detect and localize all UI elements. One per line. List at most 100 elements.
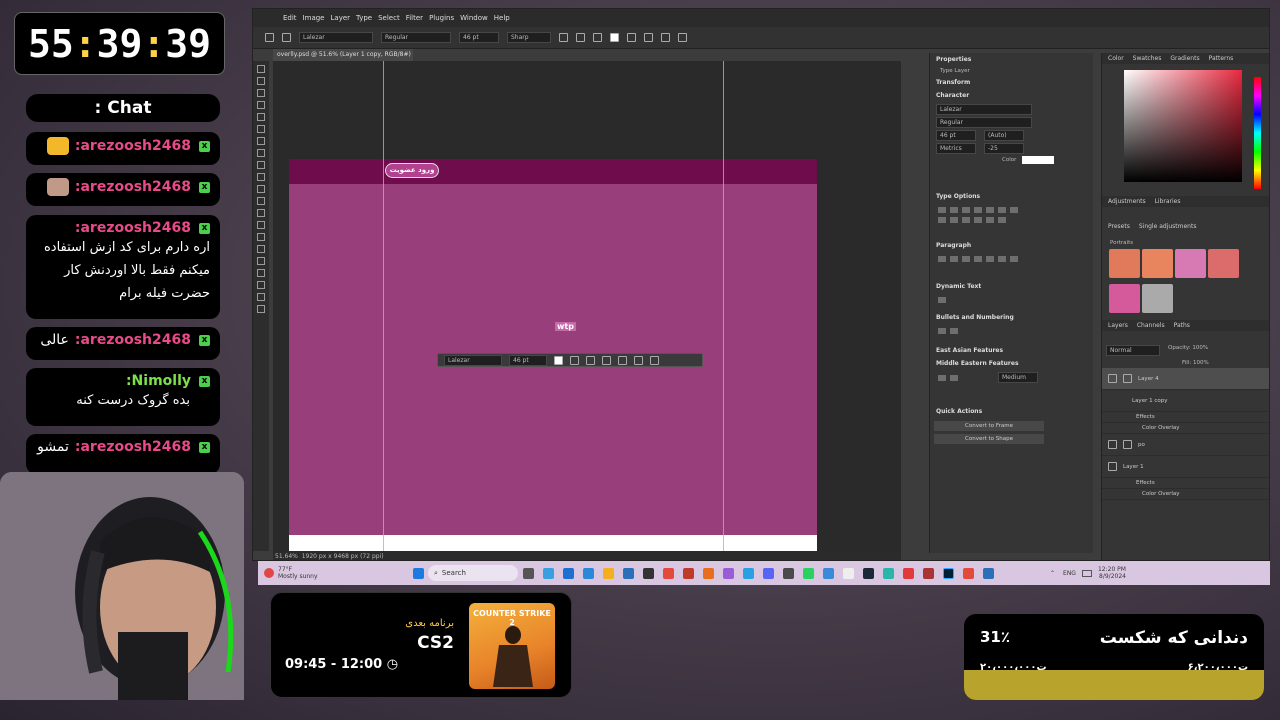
shape-tool-icon[interactable] [257, 281, 265, 289]
font-size-select[interactable]: 46 pt [459, 32, 499, 43]
align-right-icon[interactable] [593, 33, 602, 42]
type-tool-icon[interactable] [282, 33, 291, 42]
eraser-tool-icon[interactable] [257, 197, 265, 205]
menu-select[interactable]: Select [378, 14, 400, 22]
heal-tool-icon[interactable] [257, 149, 265, 157]
weather-icon[interactable] [264, 568, 274, 578]
ctx-warp-icon[interactable] [618, 355, 627, 365]
menu-window[interactable]: Window [460, 14, 488, 22]
gradient-tool-icon[interactable] [257, 209, 265, 217]
eyedropper-tool-icon[interactable] [257, 137, 265, 145]
paragraph-align-buttons[interactable] [938, 256, 1085, 262]
transform-section[interactable]: Transform [930, 76, 1093, 89]
weather-text[interactable]: Mostly sunny [278, 573, 408, 580]
tab-layers[interactable]: Layers [1108, 322, 1128, 329]
start-icon[interactable] [412, 567, 424, 579]
canvas-text[interactable]: wtp [555, 322, 576, 331]
warp-text-icon[interactable] [627, 33, 636, 42]
menu-type[interactable]: Type [356, 14, 372, 22]
menu-plugins[interactable]: Plugins [429, 14, 454, 22]
artboard[interactable]: ورود عضویت wtp Lalezar 46 pt [289, 159, 817, 551]
opacity-field[interactable]: Opacity: 100% [1168, 345, 1208, 356]
app-icon[interactable] [682, 567, 694, 579]
document-tab[interactable]: overlly.psd @ 51.6% (Layer 1 copy, RGB/8… [273, 49, 413, 70]
chrome-icon[interactable] [962, 567, 974, 579]
explorer-icon[interactable] [602, 567, 614, 579]
clock-time[interactable]: 12:20 PM [1098, 566, 1126, 573]
dynamic-text-section[interactable]: Dynamic Text [930, 280, 1093, 293]
align-left-icon[interactable] [559, 33, 568, 42]
app-icon[interactable] [642, 567, 654, 579]
history-brush-icon[interactable] [257, 185, 265, 193]
anti-alias-select[interactable]: Sharp [507, 32, 551, 43]
network-icon[interactable] [1081, 569, 1092, 577]
blend-mode-select[interactable]: Normal [1106, 345, 1160, 356]
app-icon[interactable] [782, 567, 794, 579]
ctx-font-select[interactable]: Lalezar [444, 354, 502, 366]
taskbar-search[interactable]: ⌕ Search [428, 565, 518, 581]
menu-image[interactable]: Image [303, 14, 325, 22]
zoom-tool-icon[interactable] [257, 305, 265, 313]
commit-icon[interactable] [678, 33, 687, 42]
discord-icon[interactable] [762, 567, 774, 579]
menu-edit[interactable]: Edit [283, 14, 297, 22]
tab-color[interactable]: Color [1108, 55, 1124, 62]
middle-eastern-section[interactable]: Middle Eastern Features [930, 357, 1093, 370]
tab-adjustments[interactable]: Adjustments [1108, 198, 1146, 205]
eye-icon[interactable] [1108, 374, 1117, 383]
type-options-buttons[interactable] [938, 207, 1085, 213]
app-icon[interactable] [902, 567, 914, 579]
me-weight-select[interactable]: Medium [998, 372, 1038, 383]
tab-gradients[interactable]: Gradients [1170, 55, 1199, 62]
portraits-label[interactable]: Portraits [1102, 238, 1269, 248]
store-icon[interactable] [582, 567, 594, 579]
stamp-tool-icon[interactable] [257, 173, 265, 181]
ctx-align-center-icon[interactable] [586, 355, 595, 365]
bullets-section[interactable]: Bullets and Numbering [930, 311, 1093, 324]
prop-font-select[interactable]: Lalezar [936, 104, 1032, 115]
properties-title[interactable]: Properties [930, 53, 1093, 66]
steam-icon[interactable] [862, 567, 874, 579]
tab-single-adjustments[interactable]: Single adjustments [1139, 223, 1197, 230]
east-asian-section[interactable]: East Asian Features [930, 344, 1093, 357]
guide-line[interactable] [723, 61, 724, 551]
hand-tool-icon[interactable] [257, 293, 265, 301]
widgets-icon[interactable] [542, 567, 554, 579]
align-center-icon[interactable] [576, 33, 585, 42]
tray-chevron-icon[interactable]: ⌃ [1050, 570, 1055, 577]
app-icon[interactable] [702, 567, 714, 579]
dynamic-text-button[interactable] [938, 297, 1085, 303]
prop-tracking-field[interactable]: -25 [984, 143, 1024, 154]
quick-actions-section[interactable]: Quick Actions [930, 405, 1093, 418]
ctx-transform-icon[interactable] [634, 355, 643, 365]
type-tool-icon[interactable] [257, 257, 265, 265]
hue-slider[interactable] [1254, 77, 1261, 189]
path-select-icon[interactable] [257, 269, 265, 277]
layer-row[interactable]: Layer 1 copy [1102, 390, 1269, 412]
paragraph-section[interactable]: Paragraph [930, 239, 1093, 252]
clock-date[interactable]: 8/9/2024 [1098, 573, 1126, 580]
chrome-icon[interactable] [662, 567, 674, 579]
app-icon[interactable] [802, 567, 814, 579]
ctx-align-left-icon[interactable] [570, 355, 579, 365]
layer-row[interactable]: Layer 4 [1102, 368, 1269, 390]
eye-icon[interactable] [1108, 440, 1117, 449]
convert-frame-button[interactable]: Convert to Frame [934, 421, 1044, 431]
photoshop-icon[interactable] [942, 567, 954, 579]
prop-kerning-field[interactable]: Metrics [936, 143, 976, 154]
marquee-tool-icon[interactable] [257, 77, 265, 85]
frame-tool-icon[interactable] [257, 125, 265, 133]
eye-icon[interactable] [1108, 462, 1117, 471]
edge-icon[interactable] [562, 567, 574, 579]
ctx-align-right-icon[interactable] [602, 355, 611, 365]
font-family-select[interactable]: Lalezar [299, 32, 373, 43]
ctx-more-icon[interactable] [650, 355, 659, 365]
convert-shape-button[interactable]: Convert to Shape [934, 434, 1044, 444]
app-icon[interactable] [822, 567, 834, 579]
tab-paths[interactable]: Paths [1174, 322, 1190, 329]
prop-color-swatch[interactable] [1022, 156, 1055, 164]
tab-libraries[interactable]: Libraries [1155, 198, 1181, 205]
effect-row[interactable]: Color Overlay [1102, 489, 1269, 500]
effect-row[interactable]: Effects [1102, 412, 1269, 423]
tab-swatches[interactable]: Swatches [1133, 55, 1162, 62]
